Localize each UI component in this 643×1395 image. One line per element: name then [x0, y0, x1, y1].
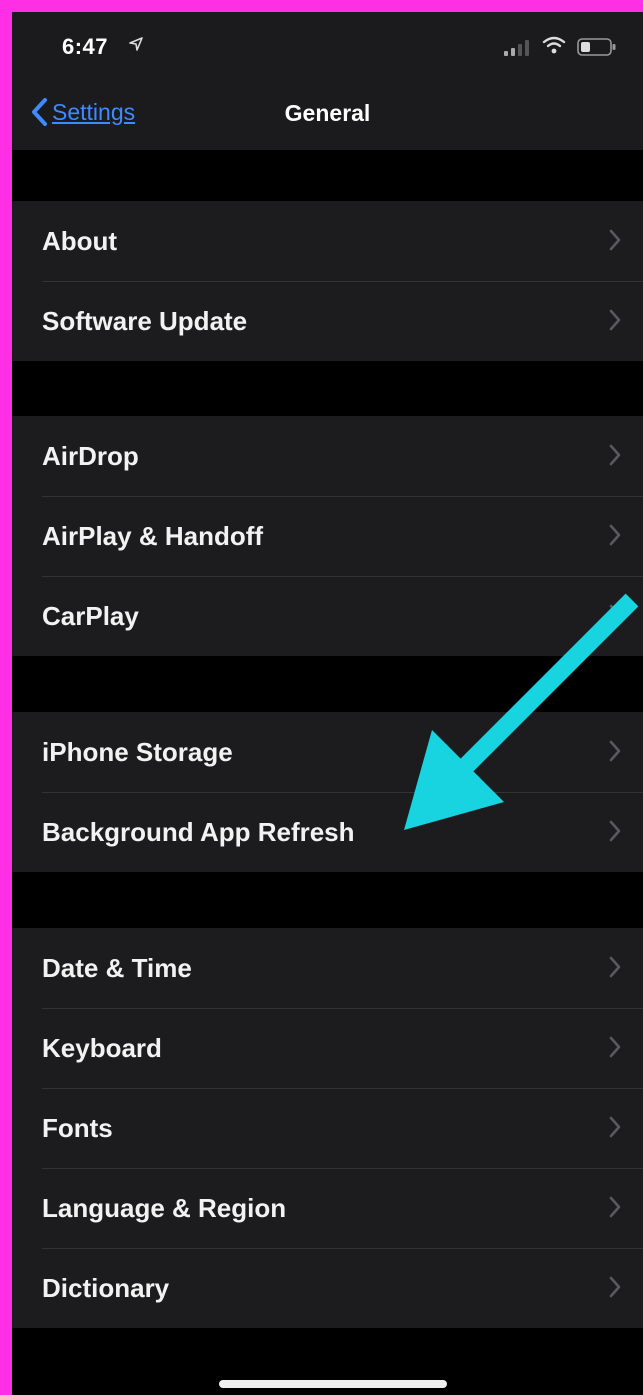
- row-label: Background App Refresh: [42, 816, 355, 847]
- row-label: iPhone Storage: [42, 736, 233, 767]
- signal-icon: [504, 40, 529, 56]
- settings-group-1: About Software Update: [12, 201, 643, 361]
- home-indicator: [219, 1380, 447, 1388]
- chevron-right-icon: [609, 1116, 621, 1138]
- chevron-right-icon: [609, 444, 621, 466]
- pink-border-frame: 6:47 Settings General About Software Upd…: [0, 0, 643, 1395]
- chevron-right-icon: [609, 1196, 621, 1218]
- row-label: CarPlay: [42, 600, 139, 631]
- settings-row-about[interactable]: About: [12, 201, 643, 281]
- row-label: About: [42, 225, 118, 256]
- settings-row-date-time[interactable]: Date & Time: [12, 928, 643, 1008]
- annotation-arrow-icon: [404, 593, 639, 830]
- settings-row-software-update[interactable]: Software Update: [12, 281, 643, 361]
- row-label: AirDrop: [42, 440, 139, 471]
- row-label: AirPlay & Handoff: [42, 520, 264, 551]
- location-arrow-icon: [129, 37, 143, 51]
- row-label: Keyboard: [42, 1032, 162, 1063]
- settings-group-4: Date & Time Keyboard Fonts Language & Re…: [12, 928, 643, 1328]
- status-time: 6:47: [62, 34, 109, 59]
- navigation-bar: Settings General: [12, 72, 643, 150]
- settings-row-language-region[interactable]: Language & Region: [12, 1168, 643, 1248]
- row-label: Software Update: [42, 305, 248, 336]
- wifi-icon: [542, 36, 566, 54]
- battery-icon: [577, 38, 616, 56]
- row-label: Language & Region: [42, 1192, 287, 1223]
- phone-screen: 6:47 Settings General About Software Upd…: [12, 12, 643, 1395]
- chevron-right-icon: [609, 956, 621, 978]
- status-bar: 6:47: [12, 12, 643, 72]
- settings-row-airplay-handoff[interactable]: AirPlay & Handoff: [12, 496, 643, 576]
- settings-row-dictionary[interactable]: Dictionary: [12, 1248, 643, 1328]
- settings-row-fonts[interactable]: Fonts: [12, 1088, 643, 1168]
- chevron-right-icon: [609, 1036, 621, 1058]
- settings-row-keyboard[interactable]: Keyboard: [12, 1008, 643, 1088]
- chevron-right-icon: [609, 309, 621, 331]
- chevron-right-icon: [609, 1276, 621, 1298]
- row-label: Fonts: [42, 1112, 113, 1143]
- page-title: General: [284, 100, 371, 126]
- settings-row-airdrop[interactable]: AirDrop: [12, 416, 643, 496]
- row-label: Dictionary: [42, 1272, 170, 1303]
- row-label: Date & Time: [42, 952, 192, 983]
- chevron-right-icon: [609, 524, 621, 546]
- chevron-right-icon: [609, 229, 621, 251]
